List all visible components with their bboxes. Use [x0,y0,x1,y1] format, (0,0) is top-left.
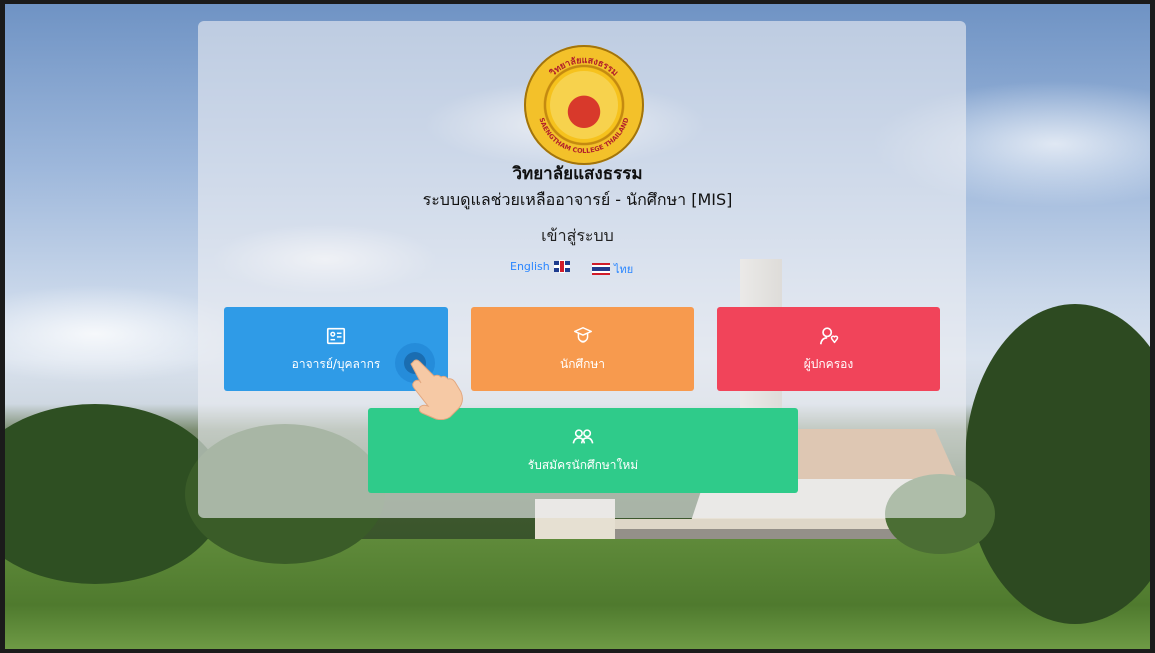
language-english-label: English [510,260,550,273]
users-icon [572,429,594,444]
student-login-button[interactable]: นักศึกษา [471,307,694,391]
system-title: ระบบดูแลช่วยเหลืออาจารย์ - นักศึกษา [MIS… [422,190,733,209]
id-card-icon [326,327,346,344]
thai-flag-icon [592,263,610,275]
apply-new-student-label: รับสมัครนักศึกษาใหม่ [527,458,639,472]
college-logo: วิทยาลัยแสงธรรม SAENGTHAM COLLEGE THAILA… [524,45,644,165]
language-thai-link[interactable]: ไทย [592,260,633,278]
parent-login-label: ผู้ปกครอง [803,356,854,371]
parent-login-button[interactable]: ผู้ปกครอง [717,307,940,391]
language-english-link[interactable]: English [510,260,570,273]
uk-flag-icon [553,261,570,272]
language-thai-label: ไทย [614,263,634,276]
logo-emblem [550,71,618,139]
pointer-hand-icon [395,343,463,420]
graduate-icon [573,326,592,343]
login-heading: เข้าสู่ระบบ [541,226,614,245]
apply-new-student-button[interactable]: รับสมัครนักศึกษาใหม่ [368,408,798,493]
teacher-login-label: อาจารย์/บุคลากร [291,356,381,371]
college-name: วิทยาลัยแสงธรรม [512,164,643,184]
student-login-label: นักศึกษา [560,356,605,371]
parent-icon [819,326,838,344]
